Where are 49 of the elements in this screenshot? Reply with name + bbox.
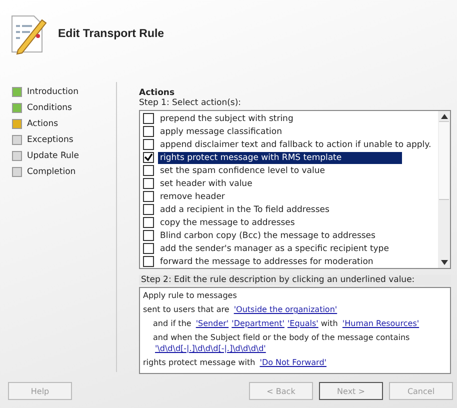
action-item[interactable]: forward the message to addresses for moderation — [158, 256, 376, 268]
checkbox[interactable] — [143, 178, 154, 189]
description-text: sent to users that are — [143, 305, 230, 314]
description-text: Apply rule to messages — [143, 291, 237, 300]
wizard-step: Update Rule — [27, 150, 79, 160]
value-link[interactable]: '\d\d\d[-|.]\d\d\d[-|.]\d\d\d\d' — [155, 344, 266, 353]
description-text: with — [320, 319, 339, 328]
wizard-step: Exceptions — [27, 134, 74, 144]
value-link[interactable]: 'Equals' — [287, 319, 318, 328]
action-item[interactable]: add a recipient in the To field addresses — [158, 204, 332, 216]
description-text: and when the Subject field or the body of the message contains — [153, 333, 410, 342]
checkbox[interactable] — [143, 204, 154, 215]
checkbox[interactable] — [143, 256, 154, 267]
checkbox[interactable] — [143, 139, 154, 150]
checkbox[interactable] — [143, 191, 154, 202]
checkbox[interactable] — [143, 126, 154, 137]
checkbox[interactable] — [143, 113, 154, 124]
window-title: Edit Transport Rule — [58, 28, 164, 40]
action-item[interactable]: copy the message to addresses — [158, 216, 297, 228]
action-item[interactable]: set the spam confidence level to value — [158, 164, 327, 176]
wizard-step: Completion — [27, 166, 76, 176]
action-item[interactable]: remove header — [158, 190, 227, 202]
scroll-up-icon[interactable] — [440, 114, 448, 119]
action-item[interactable]: set header with value — [158, 178, 254, 190]
value-link[interactable]: 'Department' — [232, 319, 284, 328]
description-text: rights protect message with — [143, 358, 256, 367]
checkbox[interactable] — [143, 152, 154, 163]
wizard-step: Actions — [27, 118, 58, 128]
checkbox[interactable] — [143, 165, 154, 176]
scroll-down-icon[interactable] — [440, 260, 448, 265]
value-link[interactable]: 'Sender' — [196, 319, 229, 328]
section-title: Actions — [139, 88, 176, 98]
checkbox[interactable] — [143, 243, 154, 254]
scrollbar[interactable] — [438, 111, 450, 268]
step-label: Step 1: Select action(s): — [139, 98, 242, 108]
wizard-step: Introduction — [27, 86, 78, 96]
action-item[interactable]: add the sender's manager as a specific recipient type — [158, 242, 391, 254]
description-text: and if the — [153, 319, 192, 328]
action-item[interactable]: Blind carbon copy (Bcc) the message to addresses — [158, 230, 378, 242]
value-link[interactable]: 'Outside the organization' — [234, 305, 338, 314]
action-item[interactable]: prepend the subject with string — [158, 112, 296, 124]
checkbox[interactable] — [143, 230, 154, 241]
action-item[interactable]: rights protect message with RMS template — [158, 152, 402, 164]
checkbox[interactable] — [143, 217, 154, 228]
wizard-step: Conditions — [27, 102, 72, 112]
value-link[interactable]: 'Human Resources' — [342, 319, 420, 328]
action-item[interactable]: apply message classification — [158, 126, 284, 138]
action-item[interactable]: append disclaimer text and fallback to action if unable to apply. — [158, 138, 434, 150]
value-link[interactable]: 'Do Not Forward' — [260, 358, 326, 367]
